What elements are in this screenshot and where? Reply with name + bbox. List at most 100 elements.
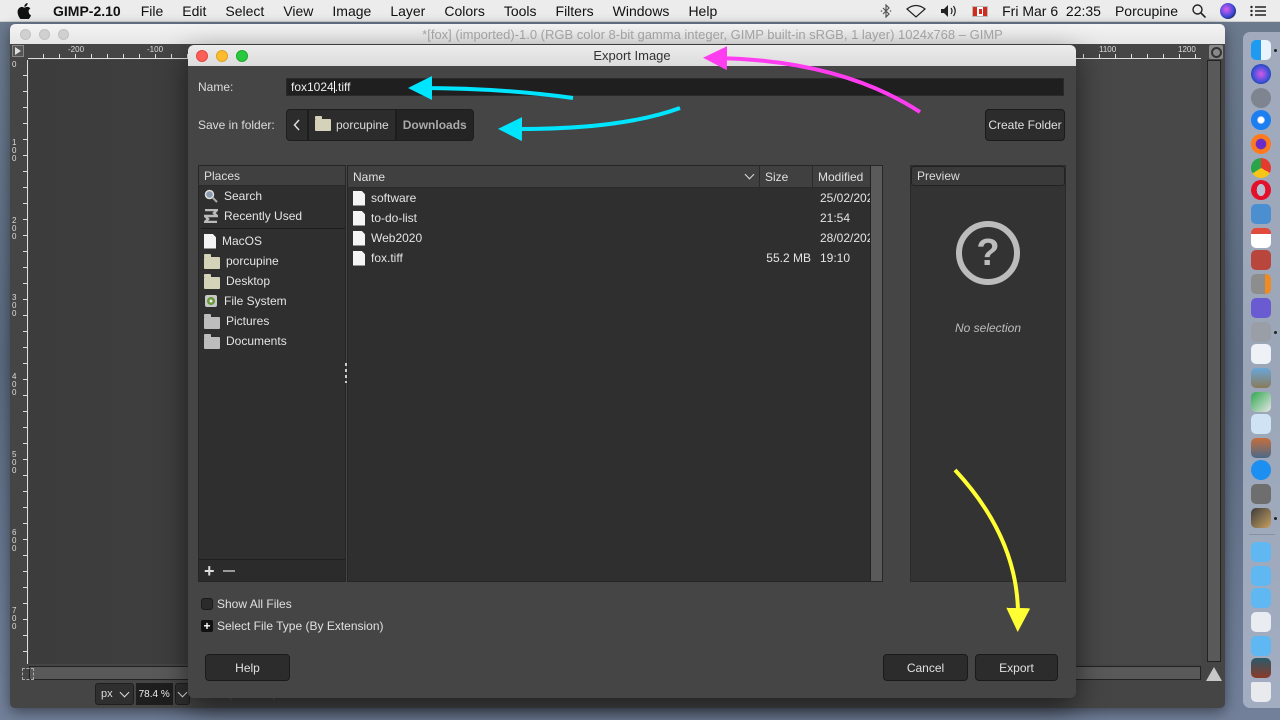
spotlight-search-icon[interactable] xyxy=(1192,4,1206,18)
calculator-icon[interactable] xyxy=(1251,274,1271,294)
quick-mask-menu-button[interactable] xyxy=(12,45,24,57)
bluetooth-icon[interactable] xyxy=(880,4,892,18)
notification-center-icon[interactable] xyxy=(1250,5,1266,17)
unit-select[interactable]: px xyxy=(95,683,134,705)
chrome-icon[interactable] xyxy=(1251,158,1271,178)
menu-select[interactable]: Select xyxy=(225,3,264,19)
filename-input[interactable]: fox1024 .tiff xyxy=(286,78,1064,96)
chevron-down-icon xyxy=(119,687,130,697)
show-all-files-checkbox[interactable]: Show All Files xyxy=(201,597,292,611)
dialog-minimize-button[interactable] xyxy=(216,50,228,62)
user-name[interactable]: Porcupine xyxy=(1115,3,1178,19)
file-row[interactable]: software 25/02/2020 xyxy=(348,188,882,208)
file-rows: software 25/02/2020 to-do-list 21:54 Web2020… xyxy=(348,188,882,268)
menu-image[interactable]: Image xyxy=(332,3,371,19)
menu-layer[interactable]: Layer xyxy=(390,3,425,19)
checkbox[interactable] xyxy=(201,598,213,610)
place-documents[interactable]: Documents xyxy=(199,331,345,351)
documents-folder-icon[interactable] xyxy=(1251,566,1271,586)
screenshot-icon[interactable] xyxy=(1251,322,1271,342)
menu-view[interactable]: View xyxy=(283,3,313,19)
file-row[interactable]: to-do-list 21:54 xyxy=(348,208,882,228)
textedit-icon[interactable] xyxy=(1251,344,1271,364)
app-store-icon[interactable] xyxy=(1251,460,1271,480)
zoom-input[interactable]: 78.4 % xyxy=(135,683,173,705)
mail-icon[interactable] xyxy=(1251,204,1271,224)
sort-chevron-down-icon xyxy=(744,169,755,180)
export-button[interactable]: Export xyxy=(975,654,1058,681)
canvas-vertical-scrollbar[interactable] xyxy=(1207,60,1221,662)
place-desktop[interactable]: Desktop xyxy=(199,271,345,291)
ruler-label: 300 xyxy=(12,293,17,318)
wifi-icon[interactable] xyxy=(906,4,927,18)
image-capture-icon[interactable] xyxy=(1251,392,1271,412)
help-button[interactable]: Help xyxy=(205,654,290,681)
menu-file[interactable]: File xyxy=(141,3,164,19)
file-row[interactable]: Web2020 28/02/2020 xyxy=(348,228,882,248)
folder-stack-icon[interactable] xyxy=(1251,636,1271,656)
navigate-image-icon[interactable] xyxy=(1206,667,1222,681)
finder-icon[interactable] xyxy=(1251,40,1271,60)
bbedit-icon[interactable] xyxy=(1251,298,1271,318)
trash-icon[interactable] xyxy=(1251,682,1271,702)
calendar-icon[interactable] xyxy=(1251,228,1271,248)
create-folder-button[interactable]: Create Folder xyxy=(985,109,1065,141)
column-header-size[interactable]: Size xyxy=(760,166,813,187)
quick-mask-toggle[interactable] xyxy=(22,668,34,680)
menu-windows[interactable]: Windows xyxy=(613,3,670,19)
select-file-type-expander[interactable]: + Select File Type (By Extension) xyxy=(201,619,384,633)
launchpad-icon[interactable] xyxy=(1251,88,1271,108)
applications-folder-icon[interactable] xyxy=(1251,542,1271,562)
app-menu[interactable]: GIMP-2.10 xyxy=(53,3,121,19)
place-pictures[interactable]: Pictures xyxy=(199,311,345,331)
system-preferences-icon[interactable] xyxy=(1251,484,1271,504)
firefox-icon[interactable] xyxy=(1251,134,1271,154)
place-macos[interactable]: MacOS xyxy=(199,231,345,251)
apple-menu-icon[interactable] xyxy=(17,2,37,19)
path-back-button[interactable] xyxy=(286,109,308,141)
safari-icon[interactable] xyxy=(1251,110,1271,130)
path-button-downloads[interactable]: Downloads xyxy=(395,109,474,141)
volume-icon[interactable] xyxy=(940,4,958,18)
siri-dock-icon[interactable] xyxy=(1251,64,1271,84)
menu-colors[interactable]: Colors xyxy=(444,3,484,19)
column-header-name[interactable]: Name xyxy=(348,166,760,187)
file-row[interactable]: fox.tiff 55.2 MB 19:10 xyxy=(348,248,882,268)
dialog-zoom-button[interactable] xyxy=(236,50,248,62)
gimp-zoom-button[interactable] xyxy=(58,29,69,40)
vertical-ruler[interactable]: 0 100 200 300 400 500 600 700 xyxy=(10,60,28,664)
gimp-titlebar[interactable]: *[fox] (imported)-1.0 (RGB color 8-bit g… xyxy=(10,24,1225,44)
menu-edit[interactable]: Edit xyxy=(182,3,206,19)
place-porcupine[interactable]: porcupine xyxy=(199,251,345,271)
clock[interactable]: Fri Mar 6 22:35 xyxy=(1002,3,1101,19)
cancel-button[interactable]: Cancel xyxy=(883,654,968,681)
remove-bookmark-button[interactable] xyxy=(222,569,235,572)
menu-tools[interactable]: Tools xyxy=(504,3,537,19)
gimp-minimize-button[interactable] xyxy=(39,29,50,40)
file-name: to-do-list xyxy=(371,211,418,225)
gimp-dock-icon[interactable] xyxy=(1251,508,1271,528)
place-search[interactable]: Search xyxy=(199,186,345,206)
add-bookmark-button[interactable]: + xyxy=(204,562,215,580)
place-file-system[interactable]: File System xyxy=(199,291,345,311)
zoom-image-when-window-resized-icon[interactable] xyxy=(1209,45,1223,59)
opera-icon[interactable] xyxy=(1251,180,1271,200)
recent-document-icon[interactable] xyxy=(1251,612,1271,632)
dialog-close-button[interactable] xyxy=(196,50,208,62)
place-recently-used[interactable]: Recently Used xyxy=(199,206,345,226)
preview-app-icon[interactable] xyxy=(1251,368,1271,388)
canada-flag-icon[interactable] xyxy=(972,5,989,17)
dictionary-icon[interactable] xyxy=(1251,250,1271,270)
downloads-folder-icon[interactable] xyxy=(1251,588,1271,608)
file-list-scrollbar[interactable] xyxy=(870,166,882,581)
image-stack-icon[interactable] xyxy=(1251,658,1271,678)
siri-icon[interactable] xyxy=(1220,3,1236,19)
menu-filters[interactable]: Filters xyxy=(556,3,594,19)
menu-help[interactable]: Help xyxy=(688,3,717,19)
photo-browser-icon[interactable] xyxy=(1251,438,1271,458)
path-button-porcupine[interactable]: porcupine xyxy=(308,109,396,141)
gimp-close-button[interactable] xyxy=(20,29,31,40)
maps-icon[interactable] xyxy=(1251,414,1271,434)
expand-plus-icon[interactable]: + xyxy=(201,620,213,632)
dialog-titlebar[interactable]: Export Image xyxy=(188,45,1076,66)
